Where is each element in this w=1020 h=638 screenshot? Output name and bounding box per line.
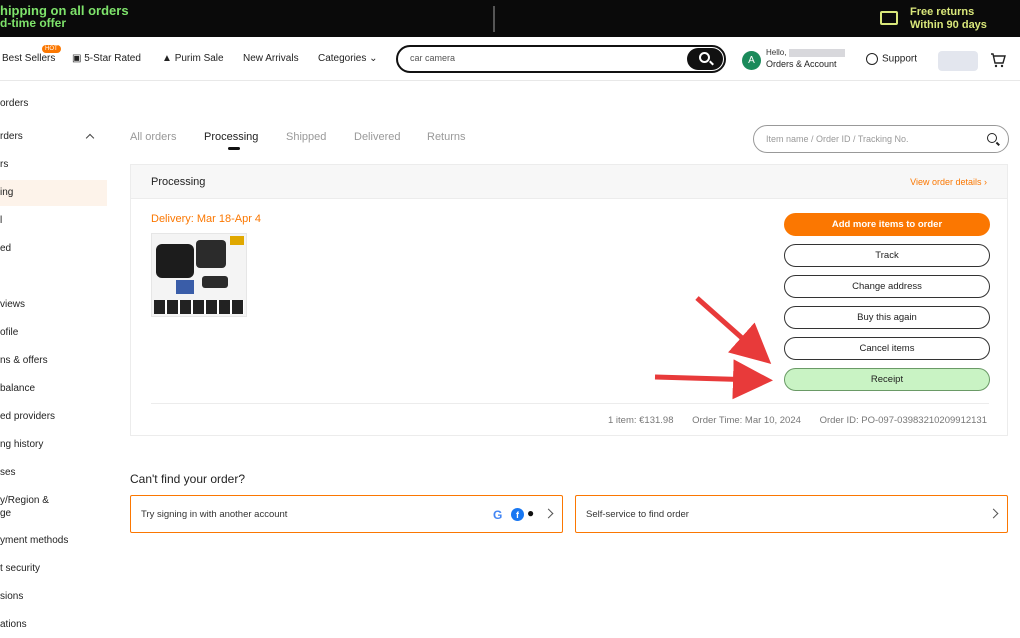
card-divider [151,403,989,404]
star-rated-icon: ▣ [72,53,85,64]
redacted-block [938,51,978,71]
nav-best-sellers[interactable]: Best Sellers [2,53,55,64]
search-input[interactable]: car camera [410,53,455,63]
view-order-details-label: View order details [910,177,982,187]
change-address-button[interactable]: Change address [784,275,990,298]
track-button[interactable]: Track [784,244,990,267]
support-icon [866,53,878,65]
chevron-right-icon: › [981,177,987,187]
search-button[interactable] [687,48,723,70]
sign-in-other-account-option[interactable]: Try signing in with another account G f … [130,495,563,533]
sidebar-active-highlight [0,180,107,206]
promo-divider [493,6,495,32]
google-icon: G [493,508,503,522]
chevron-down-icon: ⌄ [366,53,378,64]
nav-five-star[interactable]: ▣ 5-Star Rated [72,53,141,64]
returns-line1: Free returns [910,6,975,18]
sidebar-item-region[interactable]: y/Region & [0,495,49,506]
sale-tag-icon: ▲ [162,53,175,64]
nav-purim-sale-label: Purim Sale [174,53,224,64]
nav-categories-label: Categories [318,53,367,64]
order-item-total: 1 item: €131.98 [608,415,674,426]
main-navbar: Best Sellers HOT ▣ 5-Star Rated ▲ Purim … [0,37,1020,81]
sidebar-item-all-orders[interactable]: rs [0,159,8,170]
support-label: Support [882,53,918,65]
nav-categories[interactable]: Categories ⌄ [318,53,378,64]
returns-box-icon [880,11,898,25]
sidebar-item-your-orders[interactable]: rders [0,131,23,142]
add-more-items-button[interactable]: Add more items to order [784,213,990,236]
sidebar-item-addresses[interactable]: ses [0,467,16,478]
order-card-header: Processing View order details › [131,165,1007,199]
delivery-estimate: Delivery: Mar 18-Apr 4 [151,213,262,225]
order-id: Order ID: PO-097-03983210209912131 [819,415,987,426]
sidebar-item-balance[interactable]: balance [0,383,35,394]
sign-in-other-label: Try signing in with another account [141,509,288,520]
promo-line2: d-time offer [0,16,66,30]
account-sidebar: orders rders rs ing l ed views ofile ns … [0,81,110,638]
cant-find-heading: Can't find your order? [130,472,246,486]
hot-badge: HOT [42,45,61,53]
nav-new-arrivals[interactable]: New Arrivals [243,53,299,64]
sidebar-item-processing[interactable]: ing [0,187,13,198]
sidebar-item-security[interactable]: t security [0,563,40,574]
receipt-button[interactable]: Receipt [784,368,990,391]
promo-bar: hipping on all orders d-time offer Free … [0,0,1020,37]
self-service-find-option[interactable]: Self-service to find order [575,495,1008,533]
sidebar-item-reviews[interactable]: views [0,299,25,310]
chevron-right-icon [543,508,554,519]
order-search-field[interactable]: Item name / Order ID / Tracking No. [753,125,1009,153]
sidebar-item-providers[interactable]: ed providers [0,411,55,422]
order-card: Processing View order details › Delivery… [130,164,1008,436]
greeting: Hello, [766,48,845,58]
nav-five-star-label: 5-Star Rated [84,53,141,64]
sidebar-item-coupons[interactable]: ns & offers [0,355,48,366]
view-order-details-link[interactable]: View order details › [910,177,987,187]
greeting-text: Hello, [766,48,787,57]
avatar[interactable]: A [742,51,761,70]
order-time: Order Time: Mar 10, 2024 [692,415,801,426]
chevron-right-icon [988,508,999,519]
sidebar-item-profile[interactable]: ofile [0,327,18,338]
support-link[interactable]: Support [866,53,917,65]
buy-again-button[interactable]: Buy this again [784,306,990,329]
sidebar-item-region-line2[interactable]: ge [0,508,11,519]
self-service-label: Self-service to find order [586,509,689,520]
tab-delivered[interactable]: Delivered [354,131,400,143]
sidebar-item-history[interactable]: ng history [0,439,43,450]
tab-processing[interactable]: Processing [204,131,258,143]
tab-all-orders[interactable]: All orders [130,131,176,143]
orders-account-link[interactable]: Orders & Account [766,59,837,69]
search-bar[interactable]: car camera [396,45,726,73]
apple-icon: ● [527,506,535,520]
facebook-icon: f [511,508,524,521]
order-status-title: Processing [151,176,206,188]
returns-line2: Within 90 days [910,19,987,31]
sidebar-item-permissions[interactable]: sions [0,591,23,602]
nav-purim-sale[interactable]: ▲ Purim Sale [162,53,224,64]
product-thumbnail[interactable] [151,233,247,317]
chevron-up-icon[interactable] [85,133,95,143]
promo-text: hipping on all orders d-time offer [0,4,129,30]
sidebar-item-shipped[interactable]: l [0,215,2,226]
tab-returns[interactable]: Returns [427,131,466,143]
tab-shipped[interactable]: Shipped [286,131,326,143]
sidebar-item-delivered[interactable]: ed [0,243,11,254]
cancel-items-button[interactable]: Cancel items [784,337,990,360]
sidebar-item-notifications[interactable]: ations [0,619,27,630]
order-search-placeholder: Item name / Order ID / Tracking No. [766,134,909,144]
sidebar-item-orders-root[interactable]: orders [0,98,28,109]
sidebar-item-payment[interactable]: yment methods [0,535,68,546]
redacted-username [788,48,845,57]
active-tab-indicator [228,147,240,150]
order-summary: 1 item: €131.98 Order Time: Mar 10, 2024… [592,415,987,426]
cart-icon[interactable] [990,52,1006,68]
